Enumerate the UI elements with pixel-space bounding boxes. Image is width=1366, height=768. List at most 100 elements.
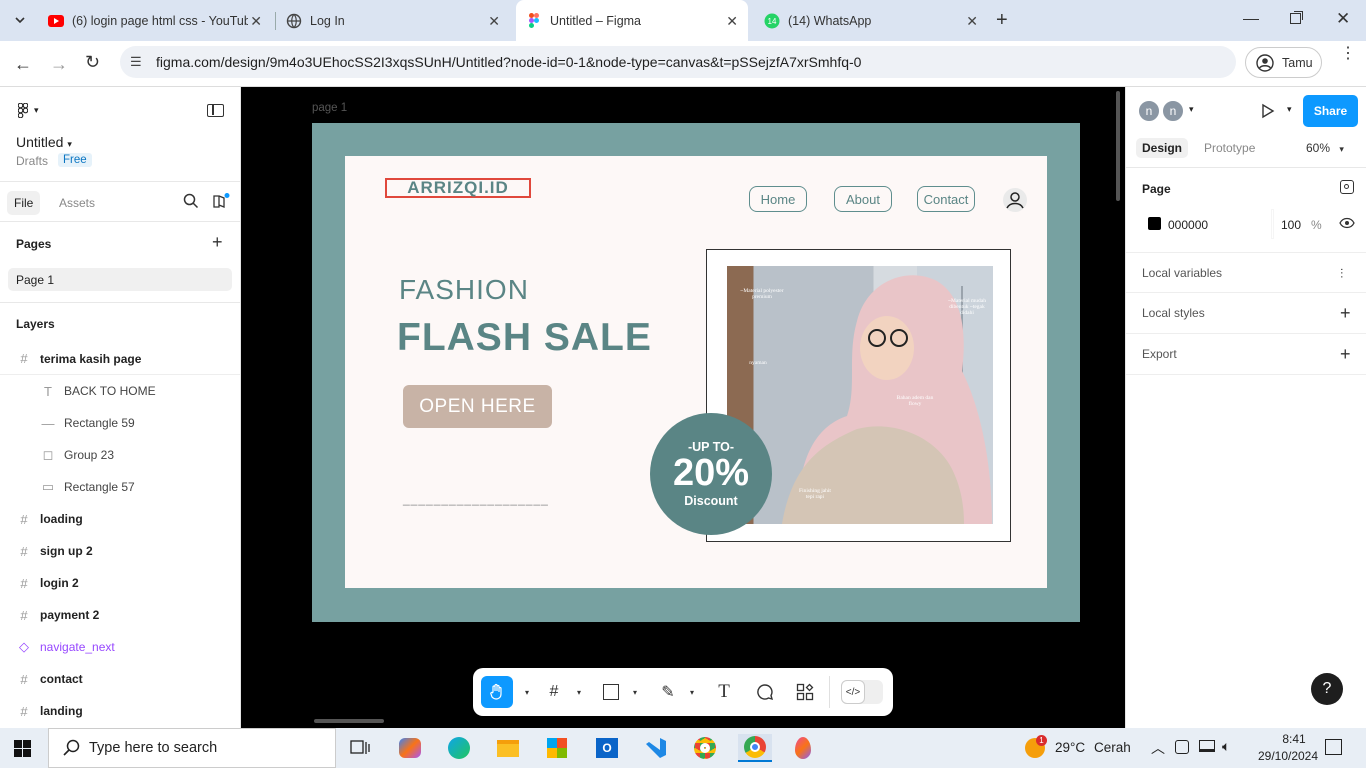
layer-item[interactable]: ▭ Rectangle 57 — [0, 471, 240, 503]
page-color-swatch[interactable] — [1148, 217, 1161, 230]
discount-badge[interactable]: -UP TO- 20% Discount — [650, 413, 772, 535]
library-icon[interactable] — [212, 193, 230, 212]
local-styles-row[interactable]: Local styles + — [1126, 293, 1366, 334]
tab-login[interactable]: Log In ✕ — [278, 6, 510, 35]
tab-figma[interactable]: Untitled – Figma ✕ — [516, 0, 748, 41]
meet-now-icon[interactable] — [1175, 740, 1189, 754]
nav-contact[interactable]: Contact — [917, 186, 975, 212]
site-settings-icon[interactable]: ☰ — [130, 54, 142, 70]
avatar[interactable]: n — [1137, 99, 1161, 123]
edge-icon[interactable] — [444, 734, 474, 762]
avatar[interactable]: n — [1161, 99, 1185, 123]
figma-main-menu[interactable]: ▾ — [18, 103, 39, 118]
tab-search-button[interactable] — [8, 8, 32, 32]
pen-tool-icon[interactable]: ✎ — [656, 680, 680, 704]
figma-canvas[interactable]: page 1 ARRIZQI.ID Home About Contact FAS… — [241, 87, 1125, 728]
microsoft-store-icon[interactable] — [542, 734, 572, 762]
headline-fashion[interactable]: FASHION — [399, 274, 529, 306]
restore-button[interactable] — [1290, 13, 1301, 24]
visibility-eye-icon[interactable] — [1339, 217, 1355, 232]
hand-tool-button[interactable] — [481, 676, 513, 708]
tab-whatsapp[interactable]: 14 (14) WhatsApp ✕ — [756, 6, 988, 35]
layer-item[interactable]: # sign up 2 — [0, 535, 240, 567]
windows-start-icon[interactable] — [14, 740, 31, 760]
layer-item[interactable]: # loading — [0, 503, 240, 535]
dev-mode-toggle[interactable]: </> — [841, 680, 883, 704]
clock-date[interactable]: 29/10/2024 — [1250, 749, 1326, 763]
file-explorer-icon[interactable] — [493, 734, 523, 762]
frame-tool-icon[interactable]: # — [542, 680, 566, 704]
nav-about[interactable]: About — [834, 186, 892, 212]
url-input[interactable]: ☰ figma.com/design/9m4o3UEhocSS2I3xqsSUn… — [120, 46, 1236, 78]
drafts-label[interactable]: Drafts — [16, 154, 48, 168]
tab-prototype[interactable]: Prototype — [1204, 141, 1255, 155]
actions-icon[interactable] — [793, 680, 817, 704]
present-play-icon[interactable] — [1261, 103, 1275, 122]
layer-item[interactable]: # payment 2 — [0, 599, 240, 631]
headline-flash-sale[interactable]: FLASH SALE — [397, 316, 652, 360]
nav-home[interactable]: Home — [749, 186, 807, 212]
layer-item[interactable]: ◇ navigate_next — [0, 631, 240, 663]
browser-menu-icon[interactable]: ⋮ — [1340, 46, 1356, 62]
chevron-down-icon[interactable]: ▾ — [567, 680, 591, 704]
chrome-profile-icon[interactable] — [690, 734, 720, 762]
color-app-icon[interactable] — [788, 734, 818, 762]
frame-label[interactable]: page 1 — [312, 102, 347, 114]
comment-tool-icon[interactable] — [753, 680, 777, 704]
tray-chevron-up-icon[interactable]: ︿ — [1151, 738, 1165, 758]
page-item-1[interactable]: Page 1 — [8, 268, 232, 291]
search-icon[interactable] — [183, 193, 199, 212]
close-tab-icon[interactable]: ✕ — [250, 13, 262, 30]
back-icon[interactable]: ← — [14, 54, 32, 75]
layer-item[interactable]: # landing — [0, 695, 240, 727]
page-settings-icon[interactable] — [1340, 180, 1354, 194]
page-opacity-field[interactable]: 100 — [1281, 218, 1301, 232]
forward-icon[interactable]: → — [50, 54, 68, 75]
chevron-down-icon[interactable]: ▾ — [680, 680, 704, 704]
weather-temp[interactable]: 29°C — [1055, 740, 1085, 755]
tab-design[interactable]: Design — [1136, 138, 1189, 158]
volume-icon[interactable]: 🔈︎ — [1222, 738, 1230, 755]
close-tab-icon[interactable]: ✕ — [966, 13, 978, 30]
vscode-icon[interactable] — [641, 734, 671, 762]
new-tab-button[interactable]: + — [996, 9, 1008, 32]
share-button[interactable]: Share — [1303, 95, 1358, 127]
add-style-icon[interactable]: + — [1340, 303, 1351, 324]
chevron-down-icon[interactable]: ▾ — [623, 680, 647, 704]
local-variables-row[interactable]: Local variables ⫶ — [1126, 252, 1366, 293]
shape-tool-icon[interactable] — [599, 680, 623, 704]
brand-logo[interactable]: ARRIZQI.ID — [385, 178, 531, 198]
profile-button[interactable]: Tamu — [1245, 47, 1322, 78]
variables-sliders-icon[interactable]: ⫶ — [1340, 266, 1343, 282]
add-page-button[interactable]: + — [212, 232, 223, 253]
help-button[interactable]: ? — [1311, 673, 1343, 705]
layer-item[interactable]: # contact — [0, 663, 240, 695]
close-window-button[interactable]: ✕ — [1336, 9, 1350, 29]
close-tab-icon[interactable]: ✕ — [488, 13, 500, 30]
weather-text[interactable]: Cerah — [1094, 740, 1131, 755]
tab-youtube[interactable]: (6) login page html css - YouTube ✕ — [40, 6, 272, 35]
network-icon[interactable] — [1199, 740, 1215, 752]
minimize-button[interactable] — [1243, 10, 1259, 26]
chrome-icon[interactable] — [738, 734, 772, 762]
outlook-icon[interactable]: O — [592, 734, 622, 762]
chevron-down-icon[interactable]: ▾ — [515, 680, 539, 704]
tab-assets[interactable]: Assets — [59, 196, 95, 210]
page-color-field[interactable]: 000000 — [1168, 218, 1208, 232]
file-name[interactable]: Untitled ▾ — [16, 134, 72, 150]
canvas-scrollbar-v[interactable] — [1116, 91, 1120, 201]
layer-item[interactable]: ◻ Group 23 — [0, 439, 240, 471]
chevron-down-icon[interactable]: ▾ — [1189, 104, 1194, 115]
close-tab-icon[interactable]: ✕ — [726, 13, 738, 30]
text-tool-icon[interactable]: T — [712, 680, 736, 704]
notifications-icon[interactable] — [1325, 739, 1342, 755]
layer-item[interactable]: — Rectangle 59 — [0, 407, 240, 439]
layer-item[interactable]: # terima kasih page — [0, 343, 240, 375]
layer-item[interactable]: T BACK TO HOME — [0, 375, 240, 407]
design-frame[interactable]: ARRIZQI.ID Home About Contact FASHION FL… — [312, 123, 1080, 622]
copilot-icon[interactable] — [395, 734, 425, 762]
chevron-down-icon[interactable]: ▾ — [1287, 104, 1292, 115]
open-here-button[interactable]: OPEN HERE — [403, 385, 552, 428]
clock-time[interactable]: 8:41 — [1266, 732, 1322, 746]
reload-icon[interactable]: ↻ — [85, 52, 100, 73]
